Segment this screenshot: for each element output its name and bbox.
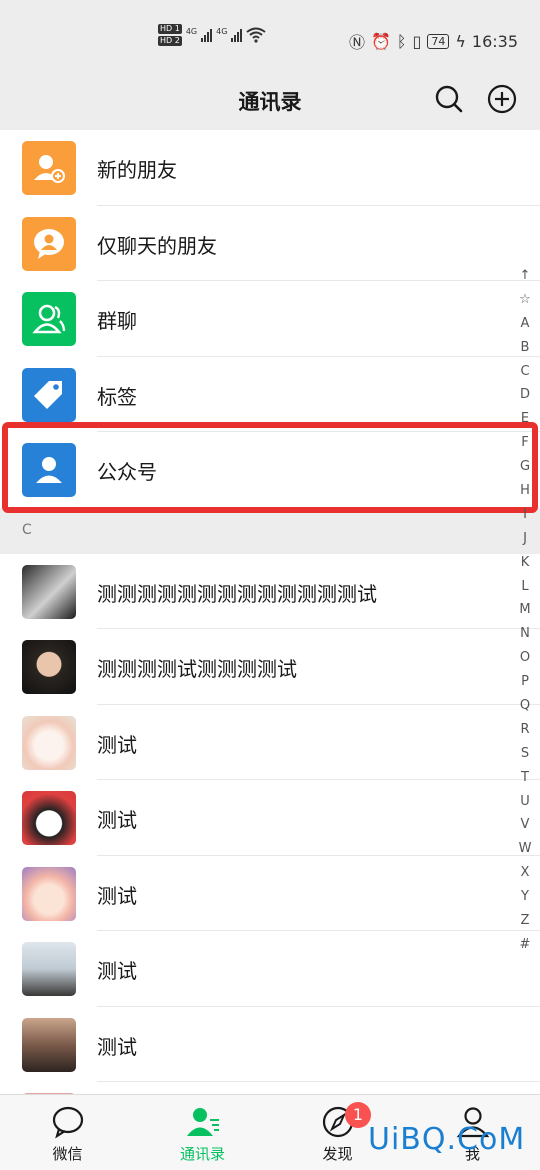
avatar — [22, 1017, 76, 1072]
index-letter[interactable]: G — [520, 455, 530, 479]
index-letter[interactable]: Z — [521, 909, 530, 933]
search-icon[interactable] — [434, 84, 464, 114]
index-letter[interactable]: S — [521, 742, 529, 766]
contact-name: 测试 — [97, 883, 137, 908]
index-letter[interactable]: ↑ — [520, 264, 531, 288]
index-letter[interactable]: U — [520, 790, 530, 814]
index-letter[interactable]: P — [521, 670, 529, 694]
item-label: 新的朋友 — [97, 158, 177, 182]
contact-name: 测测测测试测测测测试 — [97, 657, 297, 681]
tags-item[interactable]: 标签 — [0, 356, 540, 432]
network-type-1: 4G — [185, 26, 198, 36]
contact-row[interactable]: 测测测测试测测测测试 — [0, 629, 540, 705]
contacts-icon — [186, 1108, 219, 1136]
item-label: 标签 — [97, 384, 137, 409]
add-friend-icon — [22, 141, 76, 195]
index-letter[interactable]: # — [520, 933, 531, 957]
index-letter[interactable]: O — [520, 646, 530, 670]
network-type-2: 4G — [216, 26, 228, 36]
signal-icon — [201, 28, 213, 42]
nav-header: 通讯录 — [0, 78, 540, 130]
bluetooth-icon: ᛒ — [396, 31, 407, 51]
nfc-icon: Ⓝ — [348, 33, 365, 52]
index-letter[interactable]: ☆ — [519, 288, 531, 312]
contact-row[interactable]: 测试 — [0, 931, 540, 1007]
battery-icon: 74 — [427, 33, 450, 49]
index-letter[interactable]: F — [521, 431, 528, 455]
watermark: UiBQ.CoM — [368, 1122, 526, 1157]
section-letter: C — [22, 521, 32, 538]
contacts-list: 新的朋友 仅聊天的朋友 群聊 标签 公众号 C 测测测测测测测测测测测测测试 测… — [0, 130, 540, 1158]
hd1-badge: HD 1 — [158, 24, 182, 34]
tab-label: 微信 — [52, 1145, 83, 1163]
avatar — [22, 640, 76, 694]
item-label: 群聊 — [97, 309, 137, 333]
index-letter[interactable]: N — [520, 622, 530, 646]
index-letter[interactable]: K — [521, 551, 530, 575]
index-letter[interactable]: M — [519, 598, 530, 622]
index-letter[interactable]: Q — [520, 694, 530, 718]
index-letter[interactable]: W — [519, 837, 532, 861]
avatar — [22, 791, 76, 845]
index-letter[interactable]: V — [521, 813, 530, 837]
vibrate-icon: ▯ — [412, 31, 422, 51]
index-letter[interactable]: E — [521, 407, 529, 431]
network-indicators: HD 1 HD 2 4G 4G — [158, 24, 267, 46]
index-letter[interactable]: B — [521, 336, 530, 360]
group-chat-icon — [22, 292, 76, 346]
index-letter[interactable]: R — [520, 718, 529, 742]
tab-label: 通讯录 — [179, 1145, 225, 1163]
index-letter[interactable]: Y — [521, 885, 529, 909]
item-label: 仅聊天的朋友 — [97, 233, 217, 258]
contact-row[interactable]: 测试 — [0, 855, 540, 931]
avatar — [22, 942, 76, 996]
chat-friend-icon — [22, 216, 76, 271]
new-friends-item[interactable]: 新的朋友 — [0, 130, 540, 206]
contact-name: 测试 — [97, 1034, 137, 1059]
index-letter[interactable]: I — [523, 503, 527, 527]
system-indicators: Ⓝ ⏰ ᛒ ▯ 74 ϟ 16:35 — [349, 29, 518, 53]
index-letter[interactable]: J — [523, 527, 527, 551]
contact-name: 测试 — [97, 959, 137, 983]
section-header-c: C — [0, 507, 540, 554]
clock: 16:35 — [471, 31, 518, 51]
tab-contacts[interactable]: 通讯录 — [135, 1095, 270, 1170]
contact-name: 测试 — [97, 808, 137, 832]
avatar — [22, 715, 76, 770]
group-chats-item[interactable]: 群聊 — [0, 281, 540, 357]
contact-row[interactable]: 测试 — [0, 704, 540, 780]
contact-name: 测测测测测测测测测测测测测试 — [97, 581, 377, 606]
tag-icon — [22, 367, 76, 422]
chat-bubble-icon — [52, 1106, 83, 1139]
index-letter[interactable]: X — [521, 861, 530, 885]
avatar — [22, 564, 76, 619]
index-letter[interactable]: H — [520, 479, 530, 503]
index-letter[interactable]: C — [520, 360, 529, 384]
alphabet-index[interactable]: ↑ ☆ A B C D E F G H I J K L M N O P Q R S T U V W X Y Z # — [510, 264, 540, 957]
signal-icon-2 — [231, 28, 243, 42]
highlight-box — [2, 422, 538, 513]
tab-chats[interactable]: 微信 — [0, 1095, 135, 1170]
index-letter[interactable]: T — [521, 766, 529, 790]
index-letter[interactable]: L — [521, 575, 528, 599]
charging-icon: ϟ — [455, 31, 466, 51]
contact-name: 测试 — [97, 732, 137, 757]
contact-row[interactable]: 测试 — [0, 1006, 540, 1082]
index-letter[interactable]: A — [521, 312, 530, 336]
contact-row[interactable]: 测测测测测测测测测测测测测试 — [0, 553, 540, 629]
avatar — [22, 866, 76, 921]
hd2-badge: HD 2 — [158, 36, 182, 46]
add-icon[interactable] — [487, 84, 517, 114]
status-bar: HD 1 HD 2 4G 4G Ⓝ ⏰ ᛒ ▯ 74 ϟ 16:35 — [0, 0, 540, 78]
hd-badges: HD 1 HD 2 — [158, 24, 182, 46]
chat-only-friends-item[interactable]: 仅聊天的朋友 — [0, 205, 540, 281]
contact-row[interactable]: 测试 — [0, 780, 540, 856]
index-letter[interactable]: D — [520, 383, 530, 407]
alarm-icon: ⏰ — [370, 31, 391, 51]
wifi-icon — [246, 27, 267, 43]
